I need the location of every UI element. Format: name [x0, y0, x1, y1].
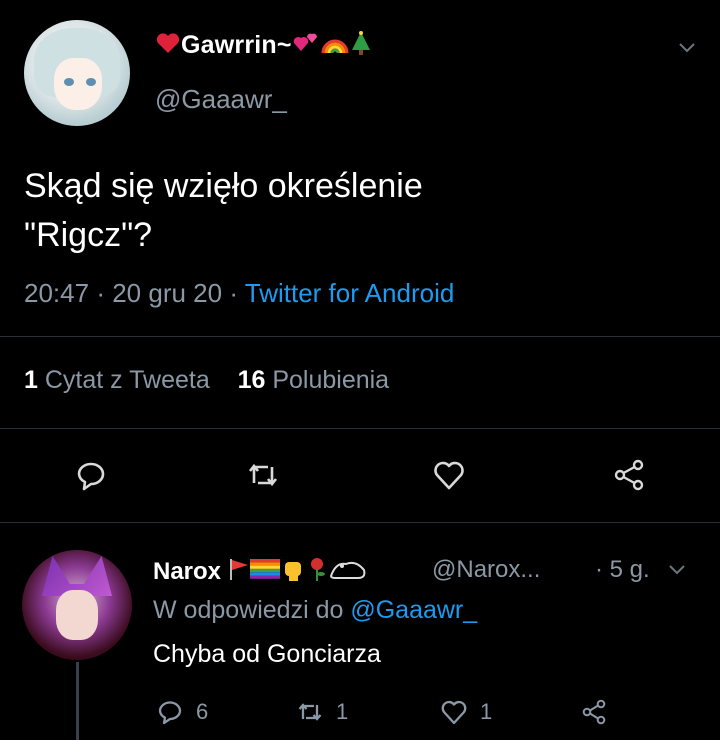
- reply-timestamp[interactable]: · 5 g.: [595, 556, 650, 584]
- replying-to: W odpowiedzi do @Gaaawr_: [153, 596, 477, 625]
- reply-share-button[interactable]: [580, 698, 620, 726]
- quote-label: Cytat z Tweeta: [44, 366, 210, 394]
- divider: [0, 522, 720, 523]
- replying-to-mention[interactable]: @Gaaawr_: [350, 596, 477, 624]
- tweet-text-line: Skąd się wzięło określenie: [24, 167, 423, 205]
- like-label: Polubienia: [272, 366, 390, 394]
- share-icon[interactable]: [612, 458, 646, 492]
- reply-icon: [158, 701, 182, 725]
- tweet-source-link[interactable]: Twitter for Android: [245, 278, 455, 308]
- tweet-date[interactable]: 20 gru 20: [112, 278, 222, 308]
- avatar-eye: [64, 78, 74, 86]
- retweet-icon[interactable]: [246, 458, 280, 492]
- reply-text: Chyba od Gonciarza: [153, 640, 381, 668]
- reply-author-avatar[interactable]: [22, 550, 132, 660]
- reply-handle[interactable]: @Narox...: [432, 556, 540, 584]
- replying-to-label: W odpowiedzi do: [153, 596, 344, 624]
- red-heart-icon: [155, 31, 181, 62]
- chevron-down-icon[interactable]: [668, 560, 686, 578]
- rainbow-icon: [320, 31, 350, 62]
- tweet-text: Skąd się wzięło określenie "Rigcz"?: [24, 162, 664, 260]
- quote-tweets-link[interactable]: 1 Cytat z Tweeta: [24, 366, 210, 394]
- display-name-text: Narox: [153, 557, 222, 585]
- like-count: 1: [480, 699, 493, 724]
- share-icon: [582, 699, 606, 725]
- raised-fist-icon: [280, 556, 306, 589]
- thread-line: [76, 662, 79, 740]
- like-icon[interactable]: [432, 458, 466, 492]
- reply-display-name[interactable]: Narox: [153, 556, 368, 589]
- quote-count: 1: [24, 366, 38, 394]
- reply-count: 6: [196, 699, 209, 724]
- reply-retweet-button[interactable]: 1: [296, 698, 348, 726]
- chevron-down-icon[interactable]: [678, 38, 696, 56]
- reply-like-button[interactable]: 1: [440, 698, 492, 726]
- tweet-text-line: "Rigcz"?: [24, 216, 153, 254]
- like-icon: [441, 700, 467, 725]
- christmas-tree-icon: [350, 30, 372, 63]
- likes-link[interactable]: 16 Polubienia: [238, 366, 390, 394]
- retweet-icon: [298, 703, 322, 721]
- like-count: 16: [237, 366, 266, 394]
- author-handle[interactable]: @Gaaawr_: [155, 84, 287, 115]
- author-avatar[interactable]: [24, 20, 130, 126]
- red-flag-icon: [228, 557, 250, 588]
- rainbow-flag-icon: [249, 558, 280, 587]
- reply-reply-button[interactable]: 6: [156, 698, 208, 726]
- divider: [0, 336, 720, 337]
- tweet-stats: 1 Cytat z Tweeta 16 Polubienia: [24, 366, 389, 395]
- author-display-name[interactable]: Gawrrin~: [155, 30, 372, 63]
- rose-icon: [306, 556, 328, 589]
- reply-icon[interactable]: [74, 458, 108, 492]
- tweet-time[interactable]: 20:47: [24, 278, 89, 308]
- separator: ·: [229, 278, 238, 308]
- frog-icon: [328, 556, 368, 589]
- divider: [0, 428, 720, 429]
- retweet-count: 1: [336, 699, 349, 724]
- display-name-text: Gawrrin~: [181, 31, 292, 60]
- avatar-face: [56, 590, 98, 640]
- separator: ·: [96, 278, 105, 308]
- avatar-eye: [86, 78, 96, 86]
- tweet-meta: 20:47 · 20 gru 20 · Twitter for Android: [24, 278, 454, 309]
- hearts-icon: [292, 31, 320, 62]
